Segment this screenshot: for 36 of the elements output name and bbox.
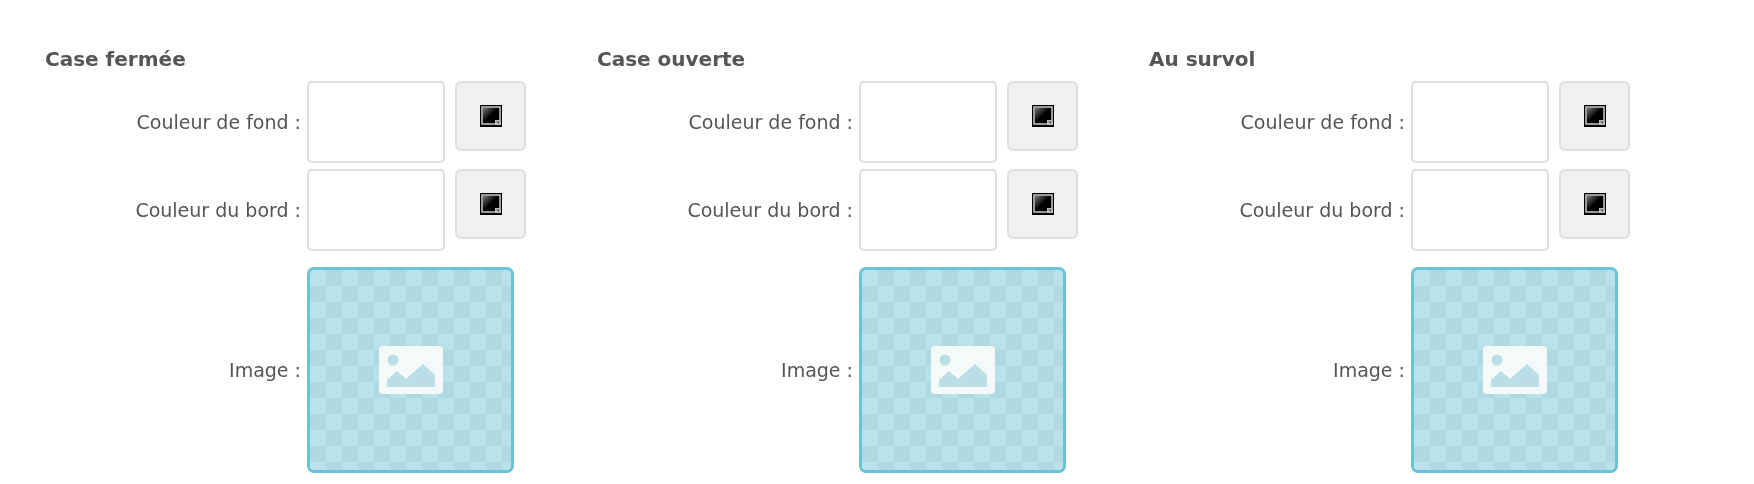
color-picker-button[interactable] [455,169,526,239]
color-input-field[interactable] [1411,81,1549,163]
image-upload-area[interactable] [307,267,514,473]
color-input-field[interactable] [859,81,997,163]
color-swatch-icon [479,105,502,127]
color-input-field[interactable] [307,169,445,251]
color-input-field[interactable] [307,81,445,163]
image-icon [378,346,443,394]
image-upload-area[interactable] [859,267,1066,473]
field-label: Image : [228,358,302,383]
image-icon [1482,346,1547,394]
field-label: Couleur de fond : [687,110,854,135]
section-heading: Case ouverte [597,46,747,73]
section-heading: Au survol [1149,46,1257,73]
color-swatch-icon [1583,105,1606,127]
field-label: Image : [1332,358,1406,383]
color-input-field[interactable] [859,169,997,251]
field-label: Couleur du bord : [1238,198,1406,223]
color-picker-button[interactable] [1007,81,1078,151]
field-label: Couleur du bord : [686,198,854,223]
image-upload-area[interactable] [1411,267,1618,473]
color-picker-button[interactable] [1007,169,1078,239]
color-picker-button[interactable] [1559,169,1630,239]
field-label: Couleur de fond : [1239,110,1406,135]
image-icon [930,346,995,394]
color-picker-button[interactable] [455,81,526,151]
field-label: Couleur du bord : [134,198,302,223]
color-picker-button[interactable] [1559,81,1630,151]
field-label: Couleur de fond : [135,110,302,135]
color-input-field[interactable] [1411,169,1549,251]
color-swatch-icon [479,193,502,215]
color-swatch-icon [1031,193,1054,215]
section-heading: Case fermée [45,46,187,73]
color-swatch-icon [1031,105,1054,127]
color-swatch-icon [1583,193,1606,215]
field-label: Image : [780,358,854,383]
